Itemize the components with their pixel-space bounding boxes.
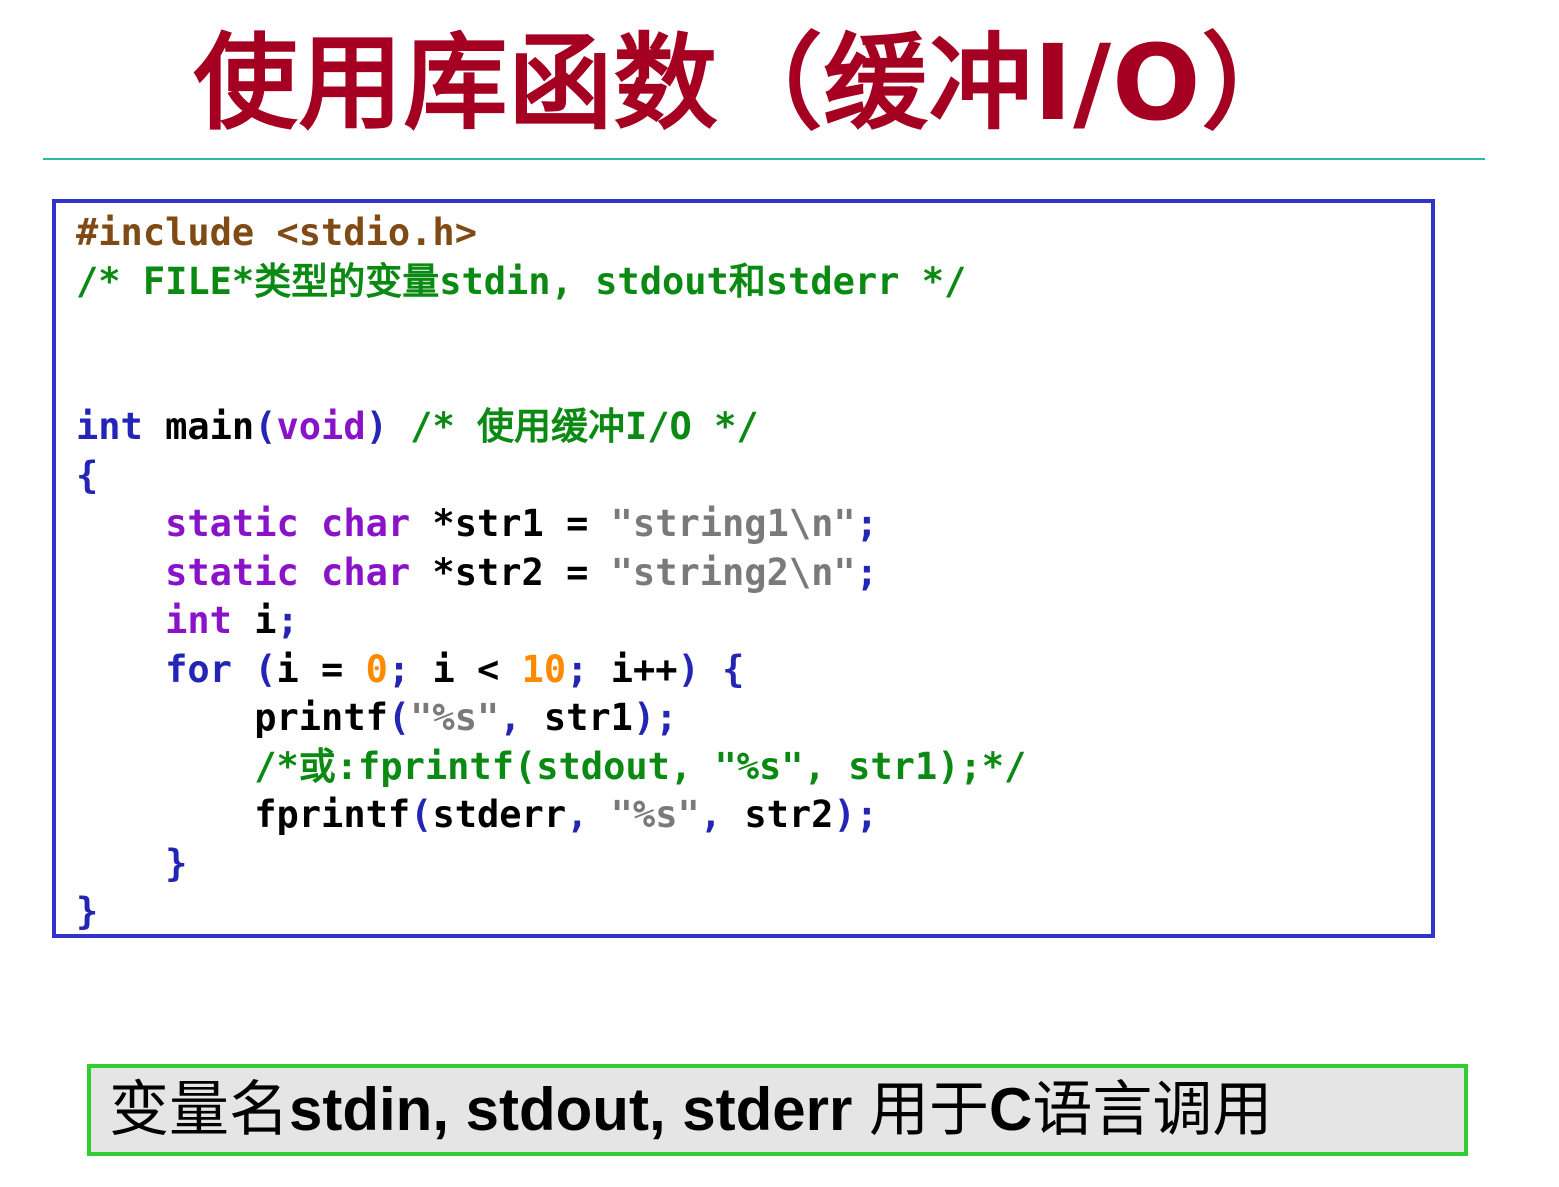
code-token: static xyxy=(165,502,299,545)
code-line: int main(void) /* 使用缓冲I/O */ xyxy=(76,403,1026,452)
code-line: { xyxy=(76,452,1026,501)
code-token: *str1 = xyxy=(410,502,611,545)
code-token: /* 使用缓冲I/O */ xyxy=(410,405,759,448)
code-line: /* FILE*类型的变量stdin, stdout和stderr */ xyxy=(76,258,1026,307)
code-token: str1 xyxy=(543,696,633,739)
code-token: , xyxy=(499,696,544,739)
code-token: char xyxy=(321,550,411,594)
code-token: /* FILE*类型的变量stdin, stdout和stderr */ xyxy=(76,259,967,303)
code-token: ); xyxy=(632,696,678,739)
code-token: int xyxy=(76,405,143,448)
code-token: "%s" xyxy=(610,793,700,836)
code-token: } xyxy=(165,841,188,885)
code-token: #include <stdio.h> xyxy=(76,211,477,254)
code-token: ; xyxy=(566,647,611,691)
code-token: 10 xyxy=(521,647,567,691)
code-line: static char *str2 = "string2\n"; xyxy=(76,549,1026,598)
code-token: stderr xyxy=(432,793,567,836)
code-token: ( xyxy=(387,696,411,739)
code-token: "string1\n" xyxy=(610,502,856,545)
code-line: } xyxy=(76,888,1026,937)
note-part-c: C xyxy=(989,1076,1033,1143)
code-token: ) xyxy=(365,405,411,448)
note-part-variable-name: 变量名 xyxy=(109,1076,289,1143)
code-token: ; xyxy=(855,550,878,594)
code-token: , xyxy=(566,793,611,836)
code-token: { xyxy=(76,453,99,497)
code-token: *str2 = xyxy=(410,550,611,594)
code-token: main xyxy=(142,405,255,448)
code-line: int i; xyxy=(76,597,1026,646)
code-token: ); xyxy=(833,793,878,836)
code-token: printf xyxy=(254,696,388,739)
code-token: ( xyxy=(254,405,277,448)
code-token: str2 xyxy=(744,793,834,836)
code-token: /*或:fprintf(stdout, "%s", str1);*/ xyxy=(254,744,1027,788)
title-divider xyxy=(43,158,1485,160)
code-token: i < xyxy=(432,647,522,691)
code-token: fprintf xyxy=(254,793,411,836)
code-block: #include <stdio.h> /* FILE*类型的变量stdin, st… xyxy=(52,199,1435,938)
code-line: static char *str1 = "string1\n"; xyxy=(76,500,1026,549)
code-token: ; xyxy=(855,502,878,545)
code-token: void xyxy=(276,405,366,448)
note-part-language-call: 语言调用 xyxy=(1032,1076,1273,1143)
code-token: ; xyxy=(387,647,433,691)
code-token: } xyxy=(76,890,99,933)
code-listing: #include <stdio.h> /* FILE*类型的变量stdin, st… xyxy=(76,209,1026,937)
code-line: for (i = 0; i < 10; i++) { xyxy=(76,646,1026,695)
code-token: "string2\n" xyxy=(610,550,856,594)
code-token: static xyxy=(165,550,299,594)
note-text: 变量名stdin, stdout, stderr 用于C语言调用 xyxy=(109,1074,1272,1146)
code-line: printf("%s", str1); xyxy=(76,694,1026,743)
note-part-used-for: 用于 xyxy=(852,1076,990,1143)
code-token: int xyxy=(165,599,232,642)
note-box: 变量名stdin, stdout, stderr 用于C语言调用 xyxy=(87,1064,1468,1156)
note-part-stream-names: stdin, stdout, stderr xyxy=(289,1076,853,1143)
code-line: /*或:fprintf(stdout, "%s", str1);*/ xyxy=(76,743,1026,792)
code-token: i = xyxy=(276,647,366,691)
slide-title: 使用库函数（缓冲I/O） xyxy=(193,22,1307,144)
code-token: ( xyxy=(410,793,433,836)
code-line: } xyxy=(76,840,1026,889)
code-token: i xyxy=(231,599,277,642)
code-token: char xyxy=(321,502,411,545)
code-token: i++ xyxy=(610,647,678,691)
code-token: ) { xyxy=(677,647,745,691)
code-token: "%s" xyxy=(410,696,500,739)
code-token: ( xyxy=(231,647,277,691)
code-token: , xyxy=(699,793,745,836)
code-token: for xyxy=(165,647,232,691)
code-token: 0 xyxy=(365,647,388,691)
code-token: ; xyxy=(276,599,299,642)
code-line: fprintf(stderr, "%s", str2); xyxy=(76,791,1026,840)
code-line: #include <stdio.h> xyxy=(76,209,1026,258)
